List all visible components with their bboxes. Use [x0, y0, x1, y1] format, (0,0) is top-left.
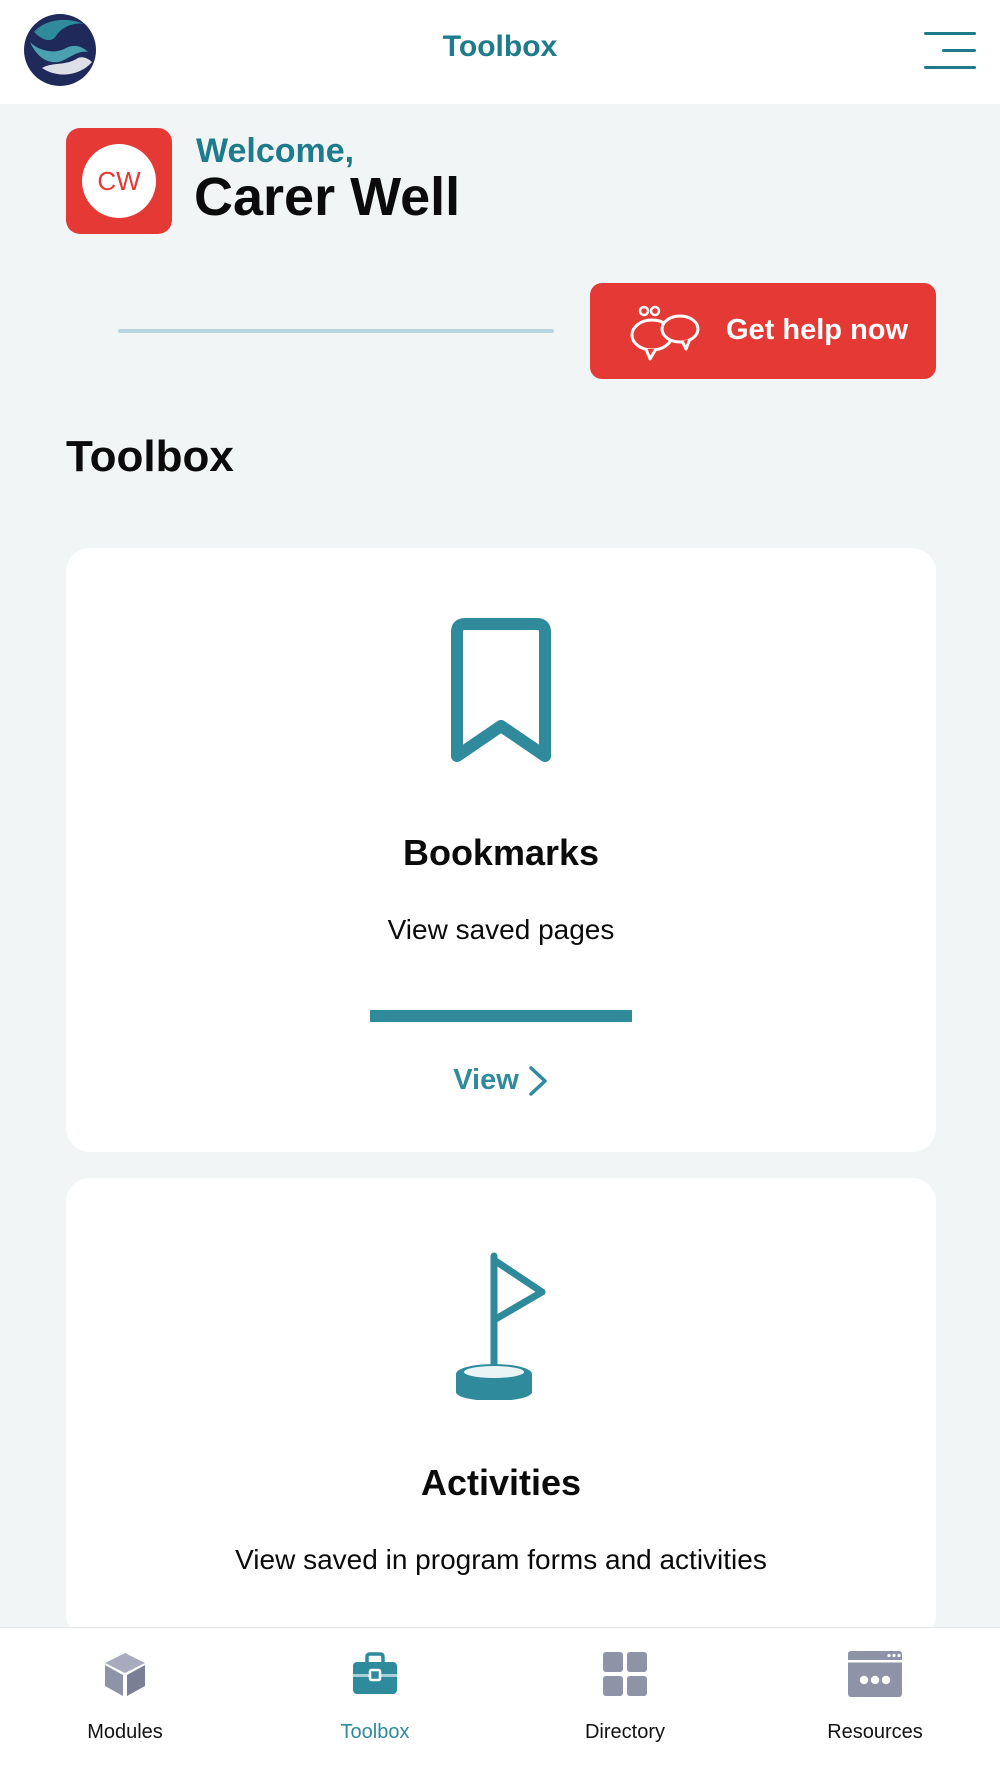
bottom-nav: Modules Toolbox Directory Resources — [0, 1627, 1000, 1779]
bookmark-icon — [451, 618, 551, 762]
avatar-initials: CW — [82, 144, 156, 218]
grid-icon — [603, 1652, 647, 1696]
avatar: CW — [66, 128, 172, 234]
card-divider — [370, 1010, 632, 1022]
section-title: Toolbox — [66, 432, 234, 481]
user-name: Carer Well — [194, 167, 461, 227]
get-help-now-button[interactable]: Get help now — [590, 283, 936, 379]
view-bookmarks-link[interactable]: View — [66, 1064, 936, 1097]
nav-item-directory[interactable]: Directory — [500, 1628, 750, 1779]
chevron-right-icon — [529, 1066, 547, 1097]
card-title: Activities — [420, 1462, 582, 1503]
view-link-label: View — [453, 1064, 519, 1096]
nav-item-toolbox[interactable]: Toolbox — [250, 1628, 500, 1779]
nav-label-directory: Directory — [584, 1721, 665, 1743]
card-description: View saved in program forms and activiti… — [235, 1544, 767, 1575]
nav-item-modules[interactable]: Modules — [0, 1628, 250, 1779]
nav-label-resources: Resources — [827, 1721, 923, 1743]
browser-window-icon — [848, 1651, 902, 1697]
nav-label-toolbox: Toolbox — [340, 1721, 410, 1743]
divider — [118, 329, 554, 333]
nav-item-resources[interactable]: Resources — [750, 1628, 1000, 1779]
top-bar: Toolbox — [0, 0, 1000, 104]
bookmarks-card[interactable]: Bookmarks View saved pages View — [66, 548, 936, 1152]
get-help-now-label: Get help now — [726, 314, 909, 346]
activities-card[interactable]: Activities View saved in program forms a… — [66, 1178, 936, 1638]
cube-icon — [105, 1653, 145, 1696]
chat-bubbles-icon — [630, 305, 700, 361]
hamburger-menu-icon[interactable] — [924, 30, 976, 72]
card-title: Bookmarks — [402, 832, 600, 873]
briefcase-icon — [353, 1652, 397, 1694]
nav-label-modules: Modules — [87, 1721, 163, 1743]
flag-icon — [456, 1252, 546, 1401]
page-title: Toolbox — [442, 30, 558, 63]
card-description: View saved pages — [387, 914, 615, 945]
